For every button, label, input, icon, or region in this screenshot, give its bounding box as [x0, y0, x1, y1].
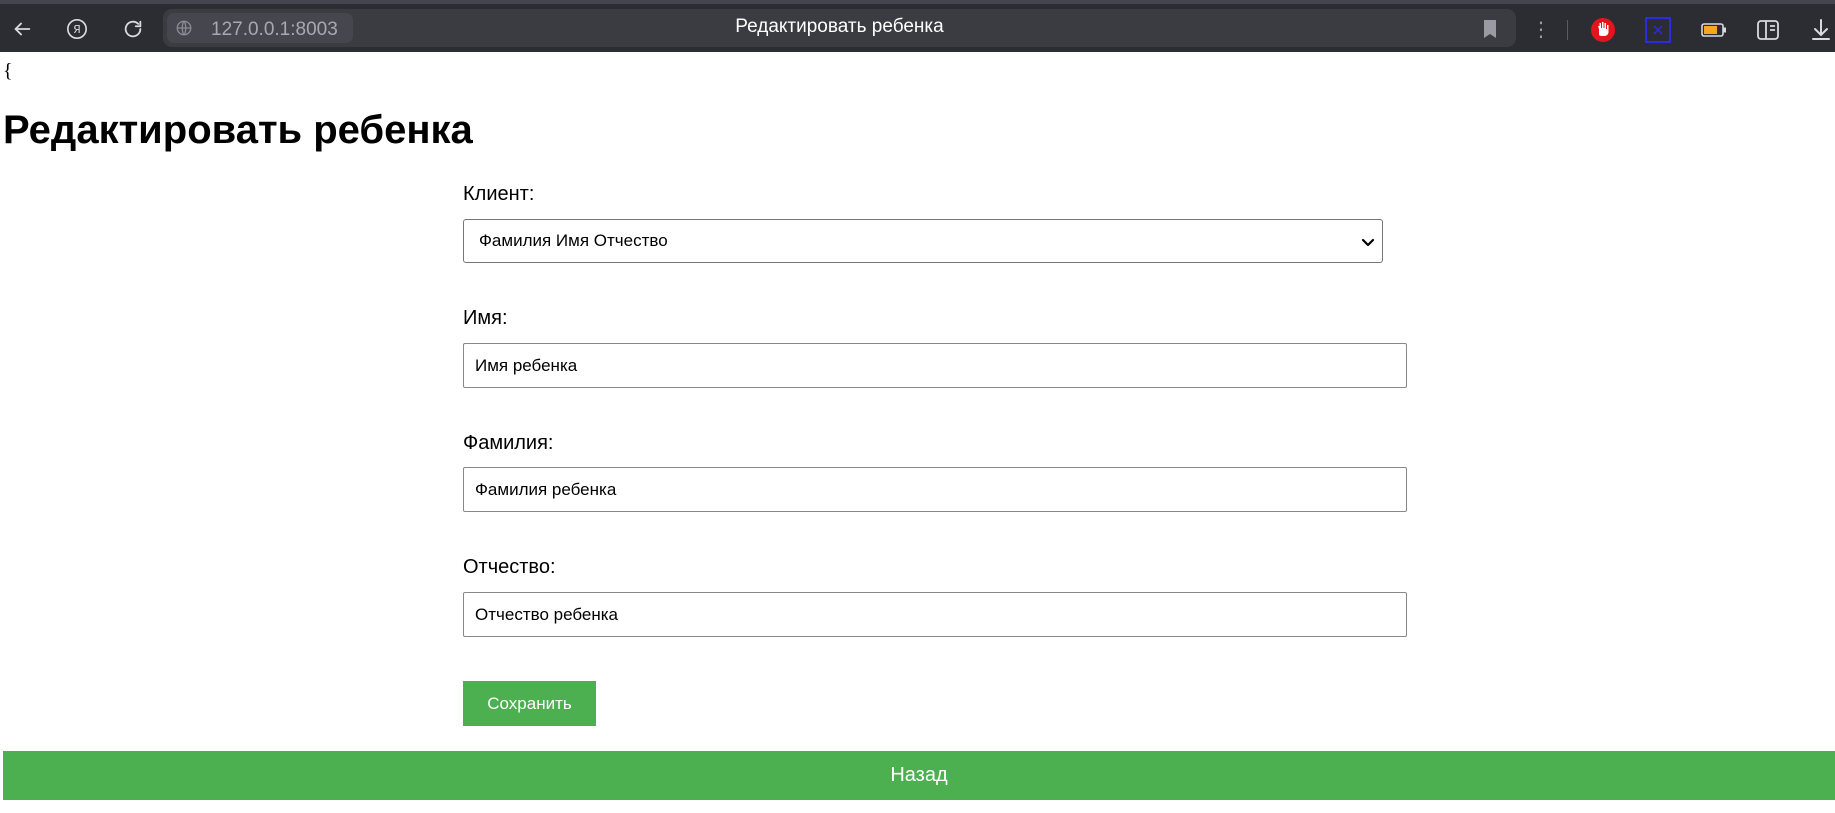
last-name-label: Фамилия: [463, 432, 554, 454]
battery-icon[interactable] [1700, 16, 1728, 44]
download-icon[interactable] [1807, 16, 1835, 44]
client-label: Клиент: [463, 183, 535, 205]
back-icon[interactable] [7, 14, 37, 44]
client-select[interactable]: Фамилия Имя Отчество [463, 219, 1383, 263]
tab-title: Редактировать ребенка [735, 16, 944, 37]
address-bar[interactable]: 127.0.0.1:8003 Редактировать ребенка [163, 9, 1516, 47]
first-name-input[interactable] [463, 343, 1407, 388]
browser-toolbar: Я 127.0.0.1:8003 Редактировать ребенка ⋮ [0, 0, 1835, 52]
menu-icon[interactable]: ⋮ [1528, 17, 1554, 41]
svg-text:Я: Я [73, 23, 81, 36]
extension-icon[interactable] [1644, 16, 1672, 44]
client-selected-value: Фамилия Имя Отчество [479, 231, 668, 250]
back-button[interactable]: Назад [3, 751, 1835, 800]
yandex-icon[interactable]: Я [62, 14, 92, 44]
patronymic-label: Отчество: [463, 556, 556, 578]
adblock-icon[interactable] [1589, 16, 1617, 44]
reload-icon[interactable] [118, 14, 148, 44]
last-name-input[interactable] [463, 467, 1407, 512]
sidebar-icon[interactable] [1754, 16, 1782, 44]
stray-brace-text: { [3, 60, 13, 82]
bookmark-icon[interactable] [1480, 18, 1500, 40]
page-title: Редактировать ребенка [3, 108, 473, 152]
save-button[interactable]: Сохранить [463, 681, 596, 726]
first-name-label: Имя: [463, 307, 508, 329]
patronymic-input[interactable] [463, 592, 1407, 637]
toolbar-divider [1567, 20, 1568, 40]
chevron-down-icon [1360, 234, 1376, 250]
